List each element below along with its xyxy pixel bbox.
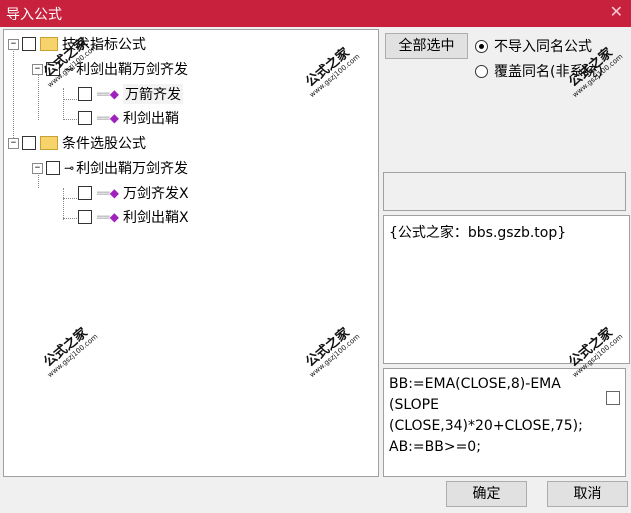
diamond-icon: ◆ — [109, 87, 119, 101]
folder-icon — [40, 136, 58, 150]
tree-connector — [63, 188, 64, 220]
tree-item-label: 条件选股公式 — [62, 136, 146, 152]
formula-tree[interactable]: − 技术指标公式 − ⊸ 利剑出鞘万剑齐发 == ◆ 万箭齐发 == ◆ 利剑出… — [3, 29, 379, 477]
formula-description: {公式之家：bbs.gszb.top} — [389, 225, 567, 241]
link-icon: == — [96, 112, 111, 124]
checkbox[interactable] — [78, 210, 92, 224]
checkbox[interactable] — [78, 111, 92, 125]
radio-no-import-duplicate[interactable]: 不导入同名公式 — [475, 36, 592, 56]
formula-source: BB:=EMA(CLOSE,8)-EMA (SLOPE (CLOSE,34)*2… — [389, 376, 583, 455]
link-icon: == — [96, 211, 111, 223]
diamond-icon: ◆ — [109, 111, 119, 125]
button-bar — [0, 478, 631, 513]
radio-unselected-icon[interactable] — [475, 64, 488, 78]
tree-item-formula[interactable]: == ◆ 万剑齐发X — [78, 183, 189, 203]
tree-connector — [63, 119, 77, 120]
radio-selected-icon[interactable] — [475, 39, 488, 53]
info-panel — [383, 172, 626, 211]
tree-item-label: 利剑出鞘万剑齐发 — [76, 62, 189, 78]
radio-label: 不导入同名公式 — [494, 39, 592, 55]
diamond-icon: ◆ — [109, 186, 119, 200]
select-all-button[interactable]: 全部选中 — [385, 33, 468, 59]
tree-item-stock-screening[interactable]: − 条件选股公式 — [8, 133, 146, 153]
key-icon: ⊸ — [64, 161, 75, 175]
checkbox[interactable] — [46, 161, 60, 175]
collapse-icon[interactable]: − — [8, 38, 19, 50]
ok-button[interactable]: 确定 — [446, 481, 527, 507]
collapse-icon[interactable]: − — [32, 162, 43, 174]
cancel-button[interactable]: 取消 — [547, 481, 628, 507]
checkbox[interactable] — [606, 391, 620, 405]
tree-connector — [63, 218, 77, 219]
checkbox[interactable] — [22, 136, 36, 150]
link-icon: == — [96, 88, 111, 100]
diamond-icon: ◆ — [109, 210, 119, 224]
tree-connector — [63, 99, 77, 100]
folder-icon — [40, 37, 58, 51]
close-icon[interactable]: ✕ — [610, 2, 623, 21]
tree-item-formula[interactable]: == ◆ 利剑出鞘 — [78, 108, 179, 128]
checkbox[interactable] — [78, 186, 92, 200]
tree-item-label: 利剑出鞘 — [123, 111, 179, 127]
checkbox[interactable] — [78, 87, 92, 101]
collapse-icon[interactable]: − — [8, 137, 19, 149]
tree-item-label: 万剑齐发X — [123, 186, 189, 202]
tree-item-label: 万箭齐发 — [123, 84, 183, 104]
tree-item-formula[interactable]: == ◆ 万箭齐发 — [78, 84, 183, 104]
tree-item-label: 利剑出鞘万剑齐发 — [76, 161, 189, 177]
window-title: 导入公式 — [6, 7, 62, 23]
tree-connector — [63, 198, 77, 199]
tree-item-label: 利剑出鞘X — [123, 210, 189, 226]
tree-connector — [63, 88, 64, 120]
title-bar: 导入公式 ✕ — [0, 0, 631, 27]
tree-item-formula-group[interactable]: − ⊸ 利剑出鞘万剑齐发 — [32, 158, 188, 178]
tree-connector — [13, 48, 14, 144]
tree-item-formula[interactable]: == ◆ 利剑出鞘X — [78, 207, 189, 227]
link-icon: == — [96, 187, 111, 199]
checkbox[interactable] — [22, 37, 36, 51]
